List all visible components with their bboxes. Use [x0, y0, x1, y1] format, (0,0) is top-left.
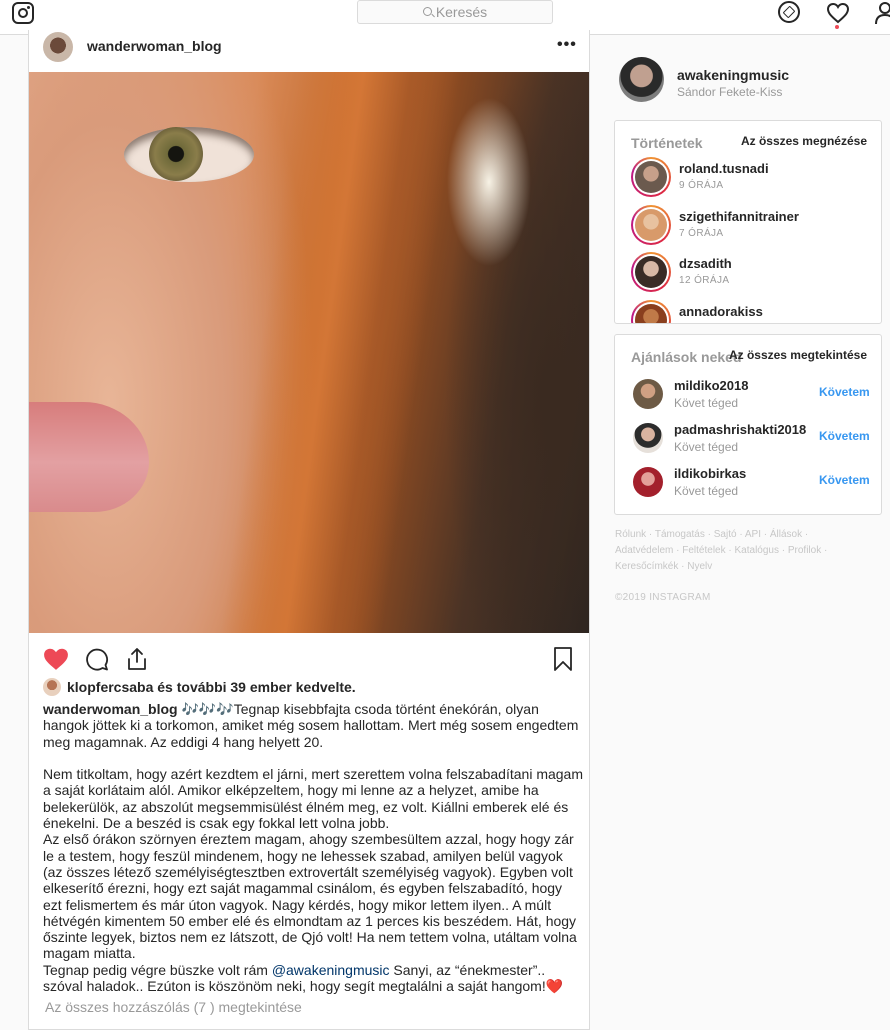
stories-panel: Történetek Az összes megnézése roland.tu…	[614, 120, 882, 324]
notification-dot	[835, 25, 839, 29]
story-item[interactable]: dzsadith 12 ÓRÁJA	[631, 252, 871, 292]
instagram-logo-icon[interactable]	[12, 2, 34, 24]
post-card: wanderwoman_blog ••• klopfercsaba és tov…	[28, 30, 590, 1030]
story-ring	[631, 300, 671, 323]
suggestion-subtitle: Követ téged	[674, 484, 739, 498]
footer-links[interactable]: Rólunk · Támogatás · Sajtó · API · Állás…	[615, 527, 855, 575]
search-input[interactable]: Keresés	[357, 0, 553, 24]
copyright: ©2019 INSTAGRAM	[615, 592, 711, 603]
avatar[interactable]	[633, 423, 663, 453]
story-ring	[631, 252, 671, 292]
follow-button[interactable]: Követem	[819, 473, 870, 487]
likes-user[interactable]: klopfercsaba	[67, 679, 153, 695]
avatar[interactable]	[43, 32, 73, 62]
story-time: 9 ÓRÁJA	[679, 180, 724, 191]
story-item[interactable]: annadorakiss	[631, 300, 871, 323]
story-time: 7 ÓRÁJA	[679, 228, 724, 239]
post-caption: wanderwoman_blog 🎶🎶🎶Tegnap kisebbfajta c…	[43, 701, 583, 994]
story-username: roland.tusnadi	[679, 161, 769, 176]
suggestion-username[interactable]: padmashrishakti2018	[674, 422, 806, 437]
post-username[interactable]: wanderwoman_blog	[87, 38, 222, 54]
avatar[interactable]	[43, 678, 61, 696]
share-icon[interactable]	[125, 647, 149, 671]
story-item[interactable]: szigethifannitrainer 7 ÓRÁJA	[631, 205, 871, 245]
suggestion-item: ildikobirkas Követ téged Követem	[633, 465, 873, 501]
comment-icon[interactable]	[85, 647, 109, 671]
photo-lips	[29, 402, 149, 512]
avatar[interactable]	[633, 467, 663, 497]
avatar[interactable]	[633, 379, 663, 409]
suggestion-subtitle: Követ téged	[674, 440, 739, 454]
bookmark-icon[interactable]	[553, 647, 573, 671]
compass-icon[interactable]	[778, 1, 800, 23]
story-ring	[631, 205, 671, 245]
stories-see-all-link[interactable]: Az összes megnézése	[741, 134, 867, 148]
suggestion-subtitle: Követ téged	[674, 396, 739, 410]
story-ring	[631, 157, 671, 197]
suggestion-username[interactable]: mildiko2018	[674, 378, 748, 393]
photo-iris	[149, 127, 203, 181]
story-time: 12 ÓRÁJA	[679, 275, 730, 286]
post-header: wanderwoman_blog •••	[29, 30, 589, 72]
follow-button[interactable]: Követem	[819, 429, 870, 443]
avatar[interactable]	[619, 57, 664, 102]
suggestion-item: padmashrishakti2018 Követ téged Követem	[633, 421, 873, 457]
story-item[interactable]: roland.tusnadi 9 ÓRÁJA	[631, 157, 871, 197]
current-username[interactable]: awakeningmusic	[677, 67, 789, 83]
search-icon	[422, 6, 432, 16]
heart-icon[interactable]	[826, 1, 850, 25]
suggestion-username[interactable]: ildikobirkas	[674, 466, 746, 481]
post-actions	[29, 633, 589, 683]
caption-mention[interactable]: @awakeningmusic	[272, 962, 390, 978]
caption-username[interactable]: wanderwoman_blog	[43, 701, 178, 717]
story-username: annadorakiss	[679, 304, 763, 319]
search-placeholder: Keresés	[435, 4, 488, 20]
story-username: dzsadith	[679, 256, 732, 271]
likes-text[interactable]: és további 39 ember kedvelte.	[153, 679, 355, 695]
caption-text-1: 🎶🎶🎶Tegnap kisebbfajta csoda történt ének…	[43, 701, 583, 978]
current-full-name: Sándor Fekete-Kiss	[677, 85, 783, 99]
follow-button[interactable]: Követem	[819, 385, 870, 399]
stories-title: Történetek	[631, 135, 703, 151]
current-user: awakeningmusic Sándor Fekete-Kiss	[619, 57, 879, 109]
story-username: szigethifannitrainer	[679, 209, 799, 224]
person-icon[interactable]	[874, 1, 890, 25]
view-all-comments-link[interactable]: Az összes hozzászólás (7 ) megtekintése	[45, 999, 302, 1015]
suggestions-see-all-link[interactable]: Az összes megtekintése	[729, 348, 867, 362]
likes-summary: klopfercsaba és további 39 ember kedvelt…	[43, 678, 356, 696]
like-heart-icon[interactable]	[43, 647, 69, 671]
suggestions-panel: Ajánlások neked Az összes megtekintése m…	[614, 334, 882, 515]
more-options-icon[interactable]: •••	[557, 36, 577, 54]
suggestions-title: Ajánlások neked	[631, 349, 742, 365]
suggestion-item: mildiko2018 Követ téged Követem	[633, 377, 873, 413]
post-photo[interactable]	[29, 72, 589, 633]
